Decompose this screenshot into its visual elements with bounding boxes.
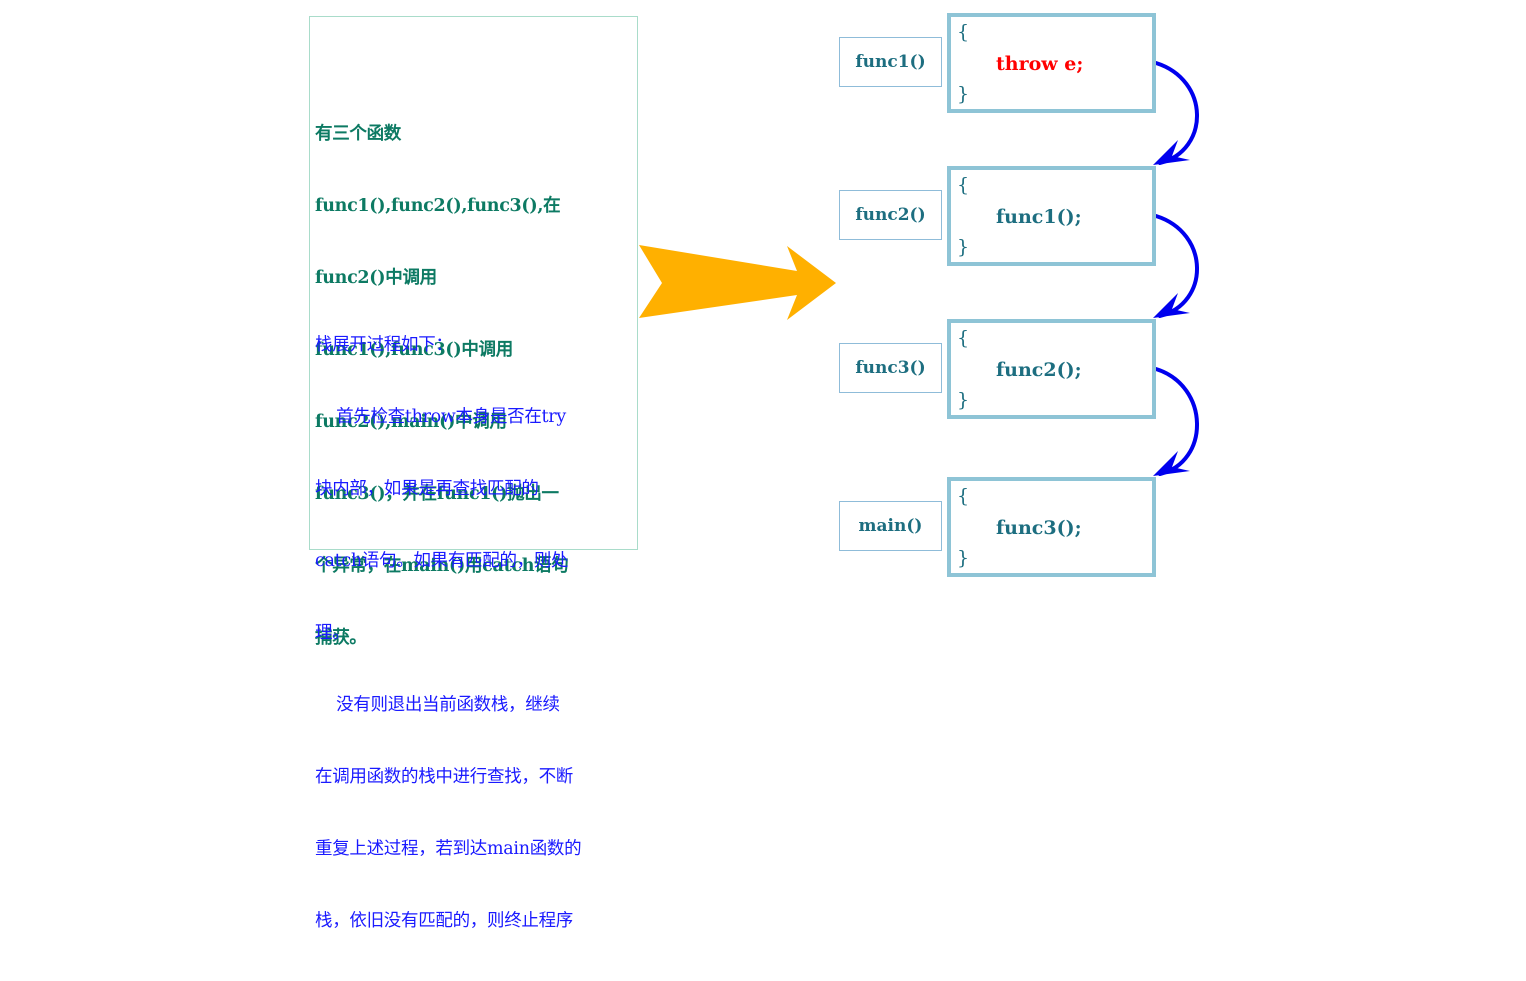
explain-line: 在调用函数的栈中进行查找，不断 xyxy=(315,767,573,787)
curved-arrow-icon xyxy=(1154,214,1199,318)
throw-statement: throw e; xyxy=(996,53,1084,75)
right-arrow-icon xyxy=(639,245,836,320)
stack-frame-func1: { throw e; } xyxy=(947,13,1156,113)
curved-arrow-icon xyxy=(1154,367,1199,476)
stack-frame-main: { func3(); } xyxy=(947,477,1156,577)
open-brace: { xyxy=(957,327,970,349)
open-brace: { xyxy=(957,21,970,43)
explain-line: 理。 xyxy=(315,623,350,643)
curved-arrow-icon xyxy=(1154,61,1199,165)
frame-label-func1: func1() xyxy=(839,37,942,87)
frame-name: func1() xyxy=(855,52,926,72)
arrowhead-icon xyxy=(1153,140,1190,165)
diagram-overlay xyxy=(639,61,1199,476)
frame-name: func3() xyxy=(855,358,926,378)
open-brace: { xyxy=(957,485,970,507)
call-statement: func2(); xyxy=(996,359,1082,381)
frame-label-main: main() xyxy=(839,501,942,551)
explain-line: 栈，依旧没有匹配的，则终止程序 xyxy=(315,911,573,931)
close-brace: } xyxy=(957,389,970,411)
stack-frame-func2: { func1(); } xyxy=(947,166,1156,266)
frame-name: main() xyxy=(858,516,923,536)
frame-label-func3: func3() xyxy=(839,343,942,393)
stack-frame-func3: { func2(); } xyxy=(947,319,1156,419)
close-brace: } xyxy=(957,547,970,569)
call-statement: func3(); xyxy=(996,517,1082,539)
frame-label-func2: func2() xyxy=(839,190,942,240)
arrowhead-icon xyxy=(1153,451,1190,476)
close-brace: } xyxy=(957,236,970,258)
close-brace: } xyxy=(957,83,970,105)
call-statement: func1(); xyxy=(996,206,1082,228)
arrowhead-icon xyxy=(1153,293,1190,318)
frame-name: func2() xyxy=(855,205,926,225)
explain-line: 重复上述过程，若到达main函数的 xyxy=(315,839,582,859)
open-brace: { xyxy=(957,174,970,196)
explain-line: 没有则退出当前函数栈，继续 xyxy=(315,695,560,715)
